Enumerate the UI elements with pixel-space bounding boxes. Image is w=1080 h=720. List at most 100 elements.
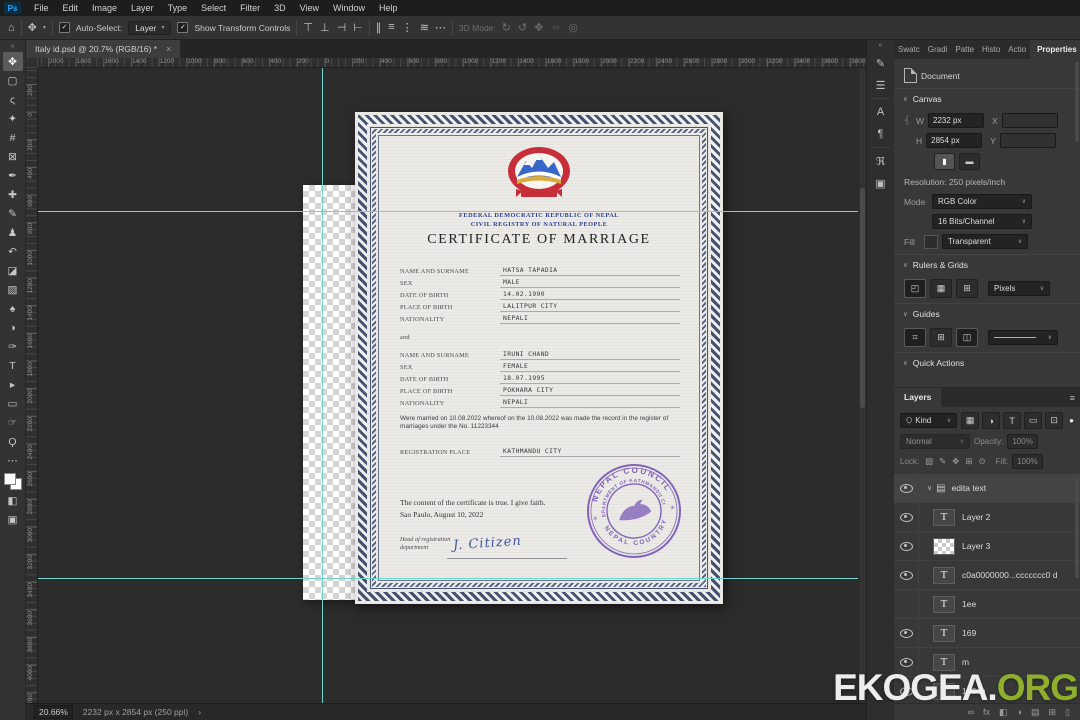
guide-style-dropdown[interactable]: ∨ (988, 330, 1058, 345)
distribute-vertically-icon[interactable]: ≡ (388, 21, 394, 34)
quick-mask-icon[interactable]: ◧ (3, 491, 23, 510)
menu-help[interactable]: Help (372, 0, 405, 16)
vertical-ruler[interactable]: 200 0 200 400 600 800 1000 1200 1400 1600 1800 2000… (26, 68, 38, 703)
layer-row[interactable]: Tc0a0000000...ccccccc0 d (894, 561, 1080, 590)
toggle-pixel-grid-icon[interactable]: ⊞ (956, 279, 978, 298)
visibility-cell[interactable] (894, 532, 919, 560)
lock-position-icon[interactable]: ✥ (950, 456, 961, 467)
history-brush-tool[interactable]: ↶ (3, 242, 23, 261)
eye-icon[interactable] (899, 483, 913, 493)
crop-tool[interactable]: # (3, 128, 23, 147)
filter-shape-layers-icon[interactable]: ▭ (1024, 412, 1043, 429)
orientation-portrait-button[interactable]: ▮ (934, 153, 955, 170)
blend-mode-dropdown[interactable]: Normal ∨ (900, 434, 970, 449)
lock-transparency-icon[interactable]: ▨ (923, 456, 935, 467)
distribute-spacing-icon[interactable]: ⋮ (402, 21, 413, 34)
align-left-edges-icon[interactable]: ⊣ (337, 21, 347, 34)
toolbar-collapse-icon[interactable]: » (11, 41, 15, 52)
ruler-units-dropdown[interactable]: Pixels ∨ (988, 281, 1050, 296)
horizontal-guide[interactable] (38, 578, 858, 579)
libraries-panel-icon[interactable]: ▣ (870, 172, 892, 194)
panel-collapse-icon[interactable]: « (879, 40, 883, 52)
link-dimensions-icon[interactable]: ⎨ (904, 115, 912, 126)
menu-3d[interactable]: 3D (267, 0, 293, 16)
section-guides[interactable]: ∨ Guides (894, 303, 1080, 323)
show-transform-checkbox[interactable]: ✓ (177, 22, 189, 33)
visibility-cell[interactable] (894, 474, 919, 502)
horizontal-guide[interactable] (38, 211, 858, 212)
layers-scrollbar[interactable] (1075, 478, 1079, 578)
toggle-rulers-icon[interactable]: ◰ (904, 279, 926, 298)
chevron-down-icon[interactable]: ▾ (43, 24, 46, 31)
layer-row[interactable]: T 1ee (894, 590, 1080, 619)
edit-toolbar-icon[interactable]: ⋯ (3, 451, 23, 470)
menu-view[interactable]: View (293, 0, 326, 16)
filter-adjustment-layers-icon[interactable]: ◑ (982, 412, 1001, 429)
screen-mode-icon[interactable]: ▣ (3, 510, 23, 529)
menu-layer[interactable]: Layer (124, 0, 161, 16)
panel-scrollbar[interactable] (1075, 62, 1079, 142)
foreground-color-swatch[interactable] (3, 473, 16, 485)
lock-artboard-icon[interactable]: ⊞ (963, 456, 974, 467)
tab-swatc[interactable]: Swatc (894, 40, 924, 59)
visibility-cell[interactable] (894, 619, 919, 647)
lasso-tool[interactable]: ς (3, 90, 23, 109)
opacity-input[interactable]: 100% (1007, 434, 1038, 449)
panel-menu-icon[interactable]: ≡ (1070, 393, 1075, 403)
eye-icon[interactable] (899, 657, 913, 667)
align-right-edges-icon[interactable]: ⊢ (353, 21, 363, 34)
scrollbar-thumb[interactable] (860, 188, 865, 408)
lock-all-icon[interactable]: ⊙ (977, 456, 988, 467)
vertical-scrollbar[interactable] (858, 68, 866, 703)
brush-tool[interactable]: ✎ (3, 204, 23, 223)
frame-tool[interactable]: ⊠ (3, 147, 23, 166)
visibility-cell[interactable] (894, 561, 919, 589)
move-tool-icon[interactable]: ✥ (28, 21, 37, 34)
section-rulers-grids[interactable]: ∨ Rulers & Grids (894, 254, 1080, 274)
orientation-landscape-button[interactable]: ▬ (959, 153, 980, 170)
eye-icon[interactable] (899, 541, 913, 551)
filter-type-layers-icon[interactable]: T (1003, 412, 1022, 429)
more-options-icon[interactable]: ⋯ (435, 21, 446, 34)
rectangular-marquee-tool[interactable]: ▢ (3, 71, 23, 90)
home-icon[interactable]: ⌂ (8, 22, 15, 34)
tab-layers[interactable]: Layers (894, 388, 942, 407)
toggle-grid-icon[interactable]: ▦ (930, 279, 952, 298)
spot-healing-brush-tool[interactable]: ✚ (3, 185, 23, 204)
ruler-origin-box[interactable] (26, 58, 38, 68)
rectangle-tool[interactable]: ▭ (3, 394, 23, 413)
auto-select-target-dropdown[interactable]: Layer ▾ (128, 20, 172, 35)
document-tab[interactable]: Italy id.psd @ 20.7% (RGB/16) * × (26, 40, 181, 58)
zoom-level-input[interactable]: 20.66% (34, 705, 73, 719)
filter-smart-objects-icon[interactable]: ⊡ (1045, 412, 1064, 429)
glyphs-panel-icon[interactable]: ℜ (870, 150, 892, 172)
type-tool[interactable]: T (3, 356, 23, 375)
quick-selection-tool[interactable]: ✦ (3, 109, 23, 128)
layer-filter-dropdown[interactable]: Ϙ Kind ∨ (900, 413, 958, 428)
dodge-tool[interactable]: ◑ (3, 318, 23, 337)
zoom-tool[interactable]: Ϙ (3, 432, 23, 451)
menu-filter[interactable]: Filter (233, 0, 267, 16)
layer-row[interactable]: ∨ ▤ edita text (894, 474, 1080, 503)
fill-swatch[interactable] (924, 234, 938, 249)
tab-histo[interactable]: Histo (978, 40, 1004, 59)
menu-select[interactable]: Select (194, 0, 233, 16)
move-tool[interactable]: ✥ (2, 52, 23, 71)
distribute-horizontally-icon[interactable]: ∥ (376, 21, 382, 34)
vertical-guide[interactable] (322, 68, 323, 703)
layer-row[interactable]: T Layer 2 (894, 503, 1080, 532)
align-vertical-centers-icon[interactable]: ⊥ (320, 21, 330, 34)
eye-icon[interactable] (899, 570, 913, 580)
menu-image[interactable]: Image (85, 0, 124, 16)
filter-pixel-layers-icon[interactable]: ▦ (961, 412, 980, 429)
path-selection-tool[interactable]: ▸ (3, 375, 23, 394)
layer-row[interactable]: T 169 (894, 619, 1080, 648)
tab-gradi[interactable]: Gradi (924, 40, 952, 59)
visibility-cell[interactable] (894, 503, 919, 531)
tab-properties[interactable]: Properties (1030, 40, 1080, 59)
canvas[interactable]: FEDERAL DEMOCRATIC REPUBLIC OF NEPAL CIV… (38, 68, 858, 703)
color-swatches[interactable] (3, 473, 22, 490)
brushes-icon[interactable]: ☰ (870, 74, 892, 96)
fill-opacity-input[interactable]: 100% (1012, 454, 1043, 469)
visibility-cell[interactable] (894, 590, 919, 618)
